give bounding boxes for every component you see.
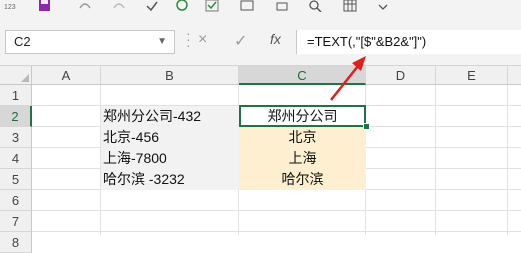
- save-icon[interactable]: [38, 0, 51, 12]
- column-header-b[interactable]: B: [101, 66, 239, 85]
- cell-c5[interactable]: 哈尔滨: [239, 169, 366, 190]
- cell-b3[interactable]: 北京-456: [101, 127, 239, 148]
- chevron-down-icon[interactable]: ▼: [157, 31, 167, 53]
- check-icon[interactable]: [205, 0, 219, 12]
- undo-icon[interactable]: [78, 0, 92, 12]
- more-icon[interactable]: [378, 0, 388, 12]
- table-icon[interactable]: [343, 0, 357, 12]
- zoom-icon[interactable]: [308, 0, 322, 12]
- confirm-icon[interactable]: ✓: [234, 31, 247, 51]
- redo-icon[interactable]: [112, 0, 126, 12]
- name-box-value: C2: [14, 34, 31, 49]
- cell-c3[interactable]: 北京: [239, 127, 366, 148]
- column-header-a[interactable]: A: [32, 66, 101, 85]
- row-header-2[interactable]: 2: [0, 106, 32, 127]
- mail-icon[interactable]: [240, 0, 254, 12]
- row-header-3[interactable]: 3: [0, 127, 32, 148]
- row-header-7[interactable]: 7: [0, 211, 32, 232]
- cell-c4[interactable]: 上海: [239, 148, 366, 169]
- row-header-5[interactable]: 5: [0, 169, 32, 190]
- select-all-button[interactable]: [0, 66, 32, 85]
- formula-bar-row: C2 ▼ · · · × ✓ fx =TEXT(,"[$"&B2&"]"): [0, 17, 521, 66]
- gridline: [507, 85, 508, 235]
- gridline: [32, 231, 521, 232]
- cancel-icon[interactable]: ×: [198, 31, 207, 49]
- cell-b5[interactable]: 哈尔滨 -3232: [101, 169, 239, 190]
- formula-bar-grip-icon[interactable]: · · ·: [186, 26, 191, 52]
- column-header-d[interactable]: D: [366, 66, 436, 85]
- column-header-c[interactable]: C: [239, 66, 366, 85]
- name-box[interactable]: C2 ▼: [5, 30, 175, 54]
- cell-c2[interactable]: 郑州分公司: [239, 105, 366, 127]
- fill-handle[interactable]: [363, 123, 370, 130]
- quick-access-toolbar: 123: [0, 0, 521, 18]
- column-header-e[interactable]: E: [436, 66, 508, 85]
- print-icon[interactable]: [275, 0, 289, 12]
- row-header-8[interactable]: 8: [0, 232, 32, 253]
- gridline: [435, 85, 436, 235]
- row-header-1[interactable]: 1: [0, 85, 32, 106]
- spellcheck-icon[interactable]: [145, 0, 159, 12]
- number-format-icon[interactable]: 123: [4, 4, 16, 16]
- gridline: [32, 210, 521, 211]
- accessibility-icon[interactable]: [175, 0, 189, 12]
- insert-function-button[interactable]: fx: [270, 31, 281, 47]
- row-header-6[interactable]: 6: [0, 190, 32, 211]
- column-header-next[interactable]: [508, 66, 521, 85]
- row-header-4[interactable]: 4: [0, 148, 32, 169]
- cell-b2[interactable]: 郑州分公司-432: [101, 106, 239, 127]
- formula-input[interactable]: =TEXT(,"[$"&B2&"]"): [296, 30, 521, 54]
- cell-b4[interactable]: 上海-7800: [101, 148, 239, 169]
